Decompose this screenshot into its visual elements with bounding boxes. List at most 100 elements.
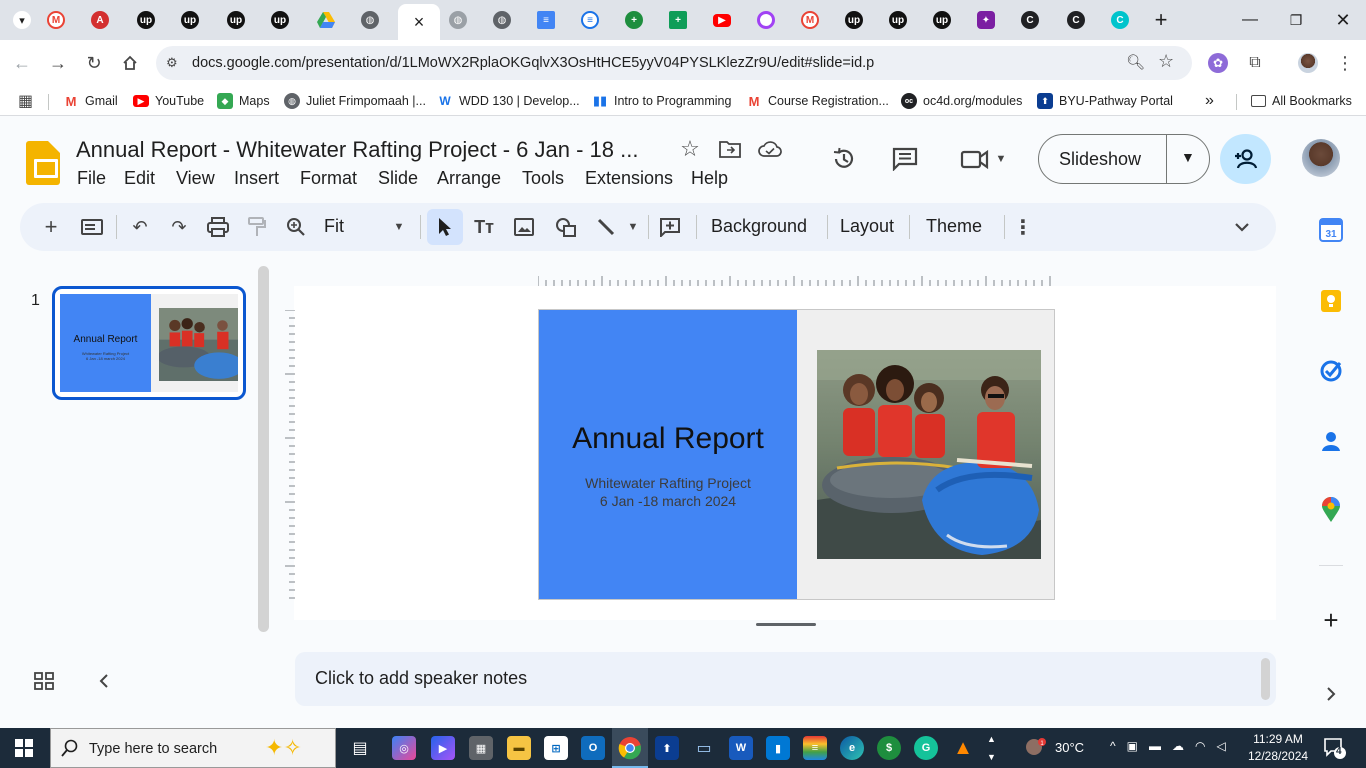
print-icon[interactable] [206, 215, 230, 239]
new-slide-layout-icon[interactable] [80, 215, 104, 239]
shape-icon[interactable] [554, 215, 578, 239]
tab-docs[interactable]: ≡ [524, 6, 568, 34]
add-comment-icon[interactable] [658, 215, 682, 239]
tab-chat[interactable]: ✦ [964, 6, 1008, 34]
bookmark-byu-pathway[interactable]: ⬆ BYU-Pathway Portal [1037, 91, 1173, 111]
paint-format-icon[interactable] [245, 215, 269, 239]
tab-globe-2[interactable]: ◍ [436, 6, 480, 34]
edge-icon[interactable]: e [840, 736, 864, 760]
browser-menu-button[interactable]: ⋮ [1333, 51, 1357, 75]
close-window-button[interactable]: ✕ [1331, 8, 1355, 32]
theme-button[interactable]: Theme [926, 216, 982, 237]
background-button[interactable]: Background [711, 216, 807, 237]
desktop-icon[interactable]: ▭ [692, 736, 716, 760]
minimize-button[interactable]: — [1238, 8, 1262, 32]
maps-icon[interactable] [1318, 497, 1344, 523]
tab-c-1[interactable]: C [1008, 6, 1052, 34]
tab-upwork-4[interactable]: up [258, 6, 302, 34]
extension-purple-button[interactable]: ✿ [1206, 51, 1230, 75]
new-slide-icon[interactable]: + [40, 214, 62, 239]
speaker-notes-placeholder[interactable]: Click to add speaker notes [315, 668, 527, 689]
slide-thumbnail[interactable]: Annual Report Whitewater Rafting Project… [52, 286, 246, 400]
collapse-filmstrip-icon[interactable] [98, 673, 110, 694]
share-button[interactable] [1220, 134, 1271, 184]
tab-plus-green[interactable]: + [612, 6, 656, 34]
menu-view[interactable]: View [176, 168, 215, 189]
vlc-icon[interactable]: ▲ [951, 736, 975, 760]
forward-button[interactable]: → [46, 51, 70, 75]
expand-panel-icon[interactable] [1318, 681, 1344, 707]
account-avatar[interactable] [1302, 139, 1340, 177]
back-button[interactable]: ← [10, 51, 34, 75]
address-bar[interactable]: ⚙ docs.google.com/presentation/d/1LMoWX2… [156, 46, 1192, 80]
tab-canva[interactable]: C [1098, 6, 1142, 34]
maximize-button[interactable]: ❐ [1284, 8, 1308, 32]
close-icon[interactable]: × [414, 12, 425, 33]
contacts-icon[interactable] [1318, 428, 1344, 454]
bookmark-wdd130[interactable]: W WDD 130 | Develop... [437, 91, 580, 111]
tab-sheets-plus[interactable]: + [656, 6, 700, 34]
apps-icon[interactable]: ▦ [18, 91, 33, 111]
more-options-icon[interactable]: ⋮ [1013, 215, 1033, 239]
move-folder-icon[interactable] [716, 135, 744, 163]
tab-upwork-7[interactable]: up [920, 6, 964, 34]
bookmark-star-icon[interactable]: ☆ [1158, 51, 1174, 72]
menu-arrange[interactable]: Arrange [437, 168, 501, 189]
bookmark-maps[interactable]: ◆ Maps [217, 91, 270, 111]
tab-gmail[interactable]: M [34, 6, 78, 34]
keep-icon[interactable] [1318, 288, 1344, 314]
add-addon-icon[interactable]: + [1318, 605, 1344, 635]
menu-insert[interactable]: Insert [234, 168, 279, 189]
weather-temperature[interactable]: 30°C [1055, 740, 1084, 755]
slide-title[interactable]: Annual Report [539, 422, 797, 456]
bookmark-oc4d[interactable]: oc oc4d.org/modules [901, 91, 1022, 111]
outlook-icon[interactable]: O [581, 736, 605, 760]
slide-subtitle-line2[interactable]: 6 Jan -18 march 2024 [539, 493, 797, 509]
task-view-icon[interactable]: ▤ [348, 736, 372, 760]
notification-center[interactable]: 4 [1322, 736, 1346, 760]
clock[interactable]: 11:29 AM 12/28/2024 [1248, 731, 1308, 765]
undo-icon[interactable]: ↶ [128, 215, 152, 239]
menu-format[interactable]: Format [300, 168, 357, 189]
star-icon[interactable]: ☆ [676, 135, 704, 163]
bookmark-gmail[interactable]: M Gmail [63, 91, 118, 111]
bluestacks-icon[interactable]: ≡ [803, 736, 827, 760]
collapse-toolbar-icon[interactable] [1230, 215, 1254, 239]
store-icon[interactable]: ⊞ [544, 736, 568, 760]
copilot-icon[interactable]: ◎ [392, 736, 416, 760]
comments-icon[interactable] [891, 145, 919, 173]
extensions-button[interactable]: ⧉ [1243, 51, 1267, 75]
calculator-icon[interactable]: ▦ [469, 736, 493, 760]
site-info-icon[interactable]: ⚙ [166, 55, 178, 71]
tab-globe-1[interactable]: ◍ [348, 6, 392, 34]
tab-globe-3[interactable]: ◍ [480, 6, 524, 34]
zoom-select[interactable]: Fit [324, 216, 344, 237]
tab-forms[interactable]: ≡ [568, 6, 612, 34]
bookmark-course-registration[interactable]: M Course Registration... [746, 91, 889, 111]
system-tray-icons[interactable]: ^▣▬☁◠◁ [1110, 739, 1237, 753]
chevron-down-icon[interactable]: ▼ [626, 215, 640, 239]
menu-extensions[interactable]: Extensions [585, 168, 673, 189]
select-tool-icon[interactable] [427, 209, 463, 245]
url-text[interactable]: docs.google.com/presentation/d/1LMoWX2Rp… [192, 55, 874, 71]
layout-button[interactable]: Layout [840, 216, 894, 237]
menu-slide[interactable]: Slide [378, 168, 418, 189]
profile-button[interactable] [1296, 51, 1320, 75]
clipchamp-icon[interactable]: ▶ [431, 736, 455, 760]
word-icon[interactable]: W [729, 736, 753, 760]
tab-upwork-2[interactable]: up [168, 6, 212, 34]
scroll-arrows[interactable]: ▲ ▼ [987, 730, 996, 766]
tab-c-2[interactable]: C [1054, 6, 1098, 34]
menu-help[interactable]: Help [691, 168, 728, 189]
tab-upwork-6[interactable]: up [876, 6, 920, 34]
zoom-icon[interactable] [284, 215, 308, 239]
tab-youtube[interactable]: ▶ [700, 6, 744, 34]
windows-start-icon[interactable] [12, 736, 36, 760]
more-bookmarks-button[interactable]: » [1205, 91, 1214, 111]
tab-upwork-5[interactable]: up [832, 6, 876, 34]
redo-icon[interactable]: ↷ [167, 215, 191, 239]
taskbar-search[interactable]: Type here to search ✦✧ [50, 728, 336, 768]
file-explorer-icon[interactable]: ▬ [507, 736, 531, 760]
tab-upwork-1[interactable]: up [124, 6, 168, 34]
notes-scrollbar[interactable] [1261, 658, 1270, 700]
